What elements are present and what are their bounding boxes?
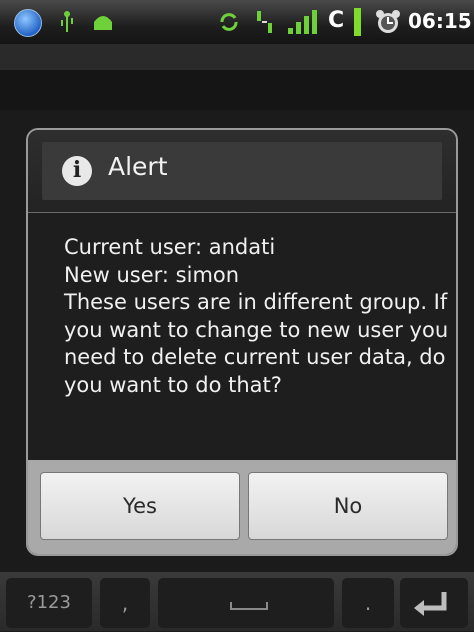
alarm-icon (376, 10, 400, 33)
status-bar: C 06:15 (0, 0, 474, 44)
dialog-title: Alert (108, 152, 168, 181)
wifi-icon (14, 9, 42, 37)
carrier-label: C (328, 8, 345, 33)
comma-key[interactable]: , (100, 578, 150, 628)
enter-icon (414, 592, 447, 616)
android-icon (94, 16, 112, 30)
enter-key[interactable] (400, 578, 468, 628)
alert-dialog: i Alert Current user: andati New user: s… (26, 128, 458, 556)
info-icon: i (62, 156, 92, 186)
space-key[interactable] (158, 578, 334, 628)
status-clock: 06:15 (408, 9, 472, 33)
dialog-message: Current user: andati New user: simon The… (64, 235, 449, 397)
yes-button[interactable]: Yes (40, 472, 240, 540)
usb-icon (61, 11, 73, 32)
data-icon (257, 11, 272, 33)
background-app-toolbar (0, 70, 474, 110)
battery-icon (354, 8, 361, 36)
symbols-key[interactable]: ?123 (6, 578, 92, 628)
space-bar-icon (230, 602, 268, 610)
period-key[interactable]: . (342, 578, 394, 628)
dialog-button-bar: Yes No (28, 460, 456, 554)
signal-icon (288, 10, 317, 34)
dialog-title-panel: i Alert (42, 142, 442, 200)
keyboard-bottom-row: ?123 , . (0, 572, 474, 631)
sync-icon (220, 13, 238, 31)
background-app-header (0, 44, 474, 70)
no-button[interactable]: No (248, 472, 448, 540)
dialog-title-bar: i Alert (28, 130, 456, 213)
